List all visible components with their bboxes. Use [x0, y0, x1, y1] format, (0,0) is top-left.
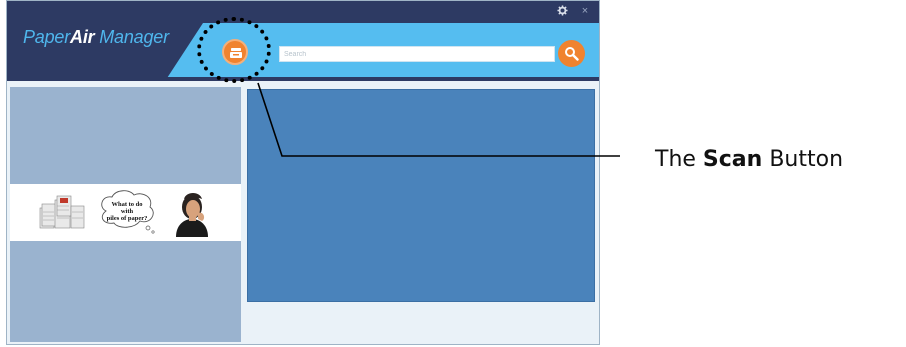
callout-label-prefix: The: [655, 147, 703, 172]
callout-label: The Scan Button: [655, 147, 843, 172]
callout-label-bold: Scan: [702, 147, 763, 172]
callout-line: [257, 82, 620, 157]
callout-label-suffix: Button: [762, 147, 844, 172]
